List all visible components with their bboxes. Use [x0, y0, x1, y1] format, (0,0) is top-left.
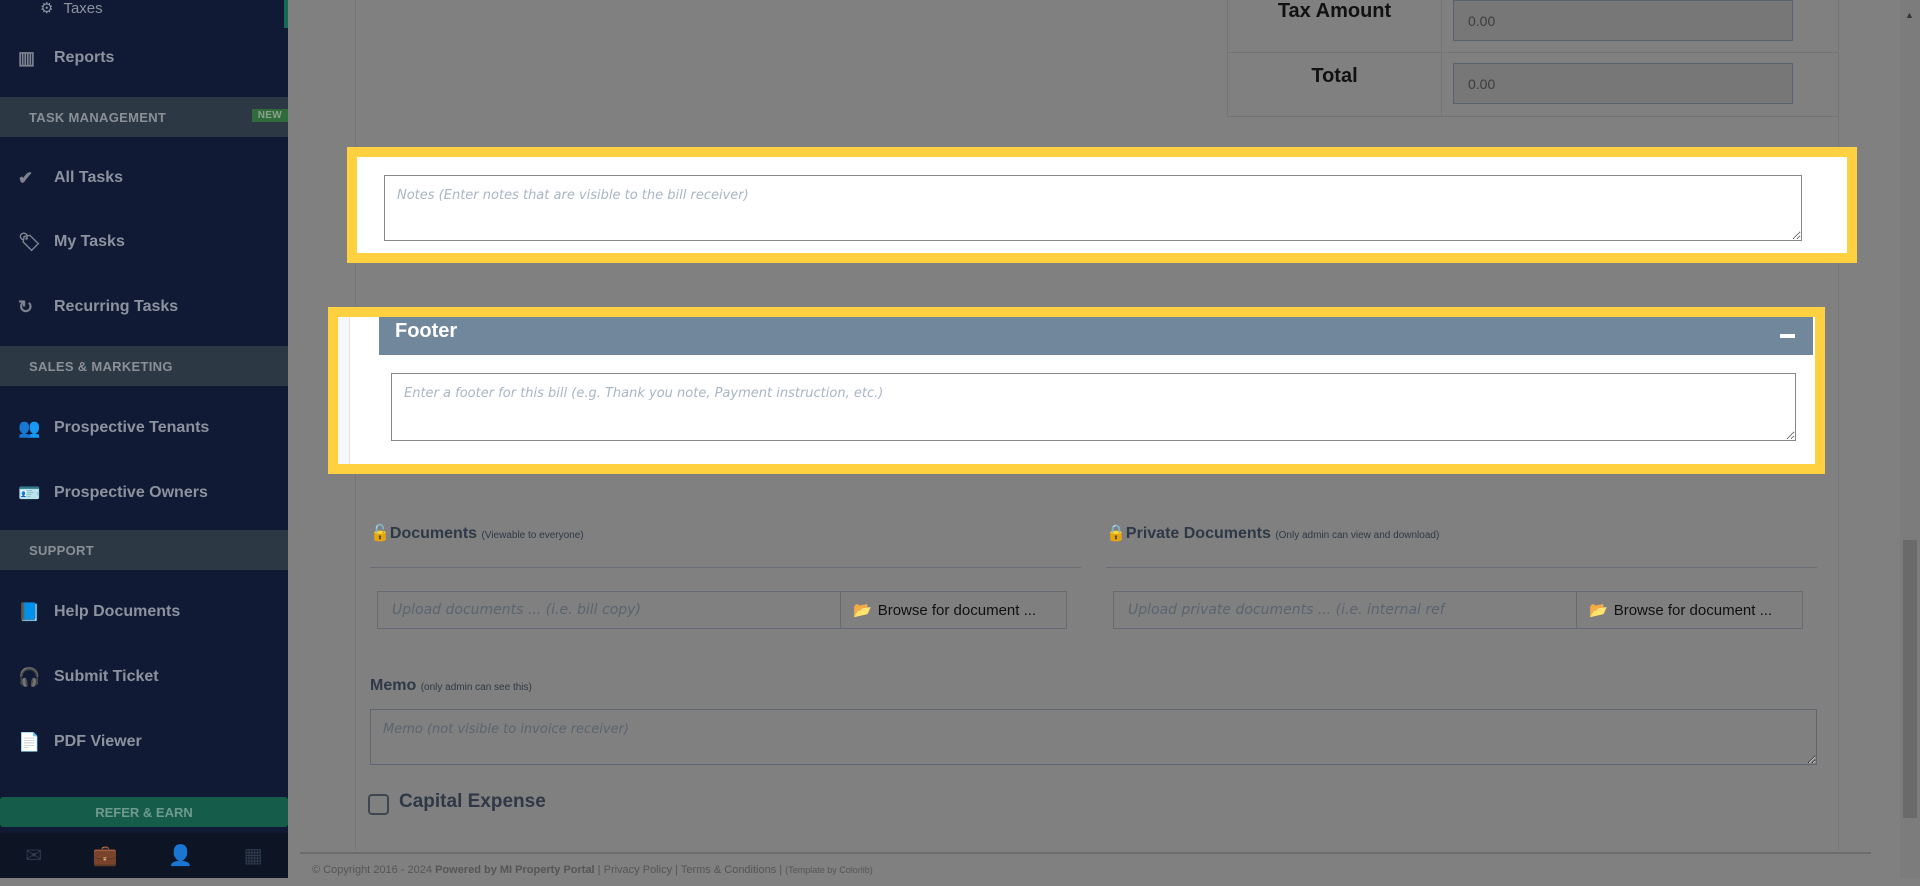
documents-upload-input[interactable]	[378, 592, 841, 628]
section-sales-marketing: SALES & MARKETING	[0, 346, 288, 386]
sidebar-item-prospective-tenants[interactable]: 👥 Prospective Tenants	[0, 408, 288, 448]
notes-textarea[interactable]	[384, 175, 1802, 241]
notes-highlight	[347, 147, 1857, 263]
private-documents-label: 🔒Private Documents (Only admin can view …	[1106, 525, 1440, 542]
total-row: Total 0.00	[1228, 53, 1838, 116]
tag-icon: 🏷	[18, 231, 41, 252]
sidebar: ⚙ Taxes ▥ Reports TASK MANAGEMENT NEW ✔ All …	[0, 0, 288, 878]
id-card-icon: 🪪	[18, 482, 41, 503]
unlock-icon: 🔓	[370, 525, 390, 542]
total-input: 0.00	[1453, 63, 1793, 104]
documents-divider	[370, 567, 1081, 568]
scrollbar[interactable]: ▲	[1900, 0, 1920, 878]
calculator-icon[interactable]: ▦	[244, 843, 263, 868]
capital-expense-label: Capital Expense	[399, 791, 546, 812]
tax-amount-input: 0.00	[1453, 0, 1793, 41]
sidebar-item-my-tasks[interactable]: 🏷 My Tasks	[0, 222, 288, 262]
sidebar-item-pdf-viewer[interactable]: 📄 PDF Viewer	[0, 722, 288, 762]
sidebar-item-prospective-owners[interactable]: 🪪 Prospective Owners	[0, 473, 288, 513]
section-task-management: TASK MANAGEMENT NEW	[0, 97, 288, 137]
folder-open-icon: 📂	[1589, 602, 1608, 619]
sidebar-item-all-tasks[interactable]: ✔ All Tasks	[0, 158, 288, 198]
pdf-file-icon: 📄	[18, 731, 41, 752]
capital-expense-checkbox[interactable]	[368, 794, 389, 815]
footer-section-header[interactable]: Footer	[379, 317, 1813, 355]
book-icon: 📘	[18, 601, 41, 622]
refer-earn-button[interactable]: REFER & EARN	[0, 797, 288, 827]
totals-table: Tax Amount 0.00 Total 0.00	[1227, 0, 1839, 117]
envelope-icon[interactable]: ✉	[25, 843, 42, 868]
page-footer: © Copyright 2016 - 2024 Powered by MI Pr…	[300, 852, 1871, 886]
bar-chart-icon: ▥	[18, 47, 36, 68]
footer-highlight: Footer	[328, 307, 1825, 474]
sidebar-item-submit-ticket[interactable]: 🎧 Submit Ticket	[0, 657, 288, 697]
active-indicator	[284, 0, 288, 28]
sidebar-item-recurring-tasks[interactable]: ↻ Recurring Tasks	[0, 287, 288, 327]
terms-link[interactable]: Terms & Conditions	[681, 864, 776, 876]
gear-icon: ⚙	[40, 0, 54, 17]
private-documents-upload-input[interactable]	[1114, 592, 1577, 628]
private-documents-browse-button[interactable]: 📂 Browse for document ...	[1577, 592, 1802, 628]
footer-textarea[interactable]	[391, 373, 1796, 441]
users-icon: 👥	[18, 417, 41, 438]
lock-icon: 🔒	[1106, 525, 1126, 542]
tax-amount-label: Tax Amount	[1228, 0, 1442, 52]
scroll-up-arrow-icon[interactable]: ▲	[1905, 10, 1914, 20]
memo-label: Memo (only admin can see this)	[370, 677, 532, 694]
sidebar-item-taxes[interactable]: ⚙ Taxes	[0, 0, 288, 28]
user-icon[interactable]: 👤	[168, 843, 193, 868]
section-support: SUPPORT	[0, 530, 288, 570]
sidebar-bottom-bar: ✉ 💼 👤 ▦	[0, 833, 288, 878]
documents-upload: 📂Browse for document ...	[377, 591, 1067, 629]
headset-icon: 🎧	[18, 666, 41, 687]
documents-label: 🔓Documents (Viewable to everyone)	[370, 525, 584, 542]
footer-gutter	[338, 317, 350, 464]
sidebar-item-help-documents[interactable]: 📘 Help Documents	[0, 592, 288, 632]
total-label: Total	[1228, 53, 1442, 116]
collapse-minus-icon[interactable]	[1780, 334, 1795, 338]
sidebar-item-reports[interactable]: ▥ Reports	[0, 38, 288, 78]
new-badge: NEW	[251, 109, 288, 122]
private-documents-upload: 📂Browse for document ...	[1113, 591, 1803, 629]
check-icon: ✔	[18, 167, 34, 188]
scrollbar-thumb[interactable]	[1903, 540, 1917, 818]
private-documents-divider	[1106, 567, 1817, 568]
refresh-icon: ↻	[18, 296, 34, 317]
tax-amount-row: Tax Amount 0.00	[1228, 0, 1838, 53]
briefcase-icon[interactable]: 💼	[93, 843, 118, 868]
documents-browse-button[interactable]: 📂 Browse for document ...	[841, 592, 1066, 628]
memo-textarea[interactable]	[370, 709, 1817, 765]
folder-open-icon: 📂	[853, 602, 872, 619]
privacy-policy-link[interactable]: Privacy Policy	[604, 864, 672, 876]
panel-border-right	[1838, 0, 1839, 850]
